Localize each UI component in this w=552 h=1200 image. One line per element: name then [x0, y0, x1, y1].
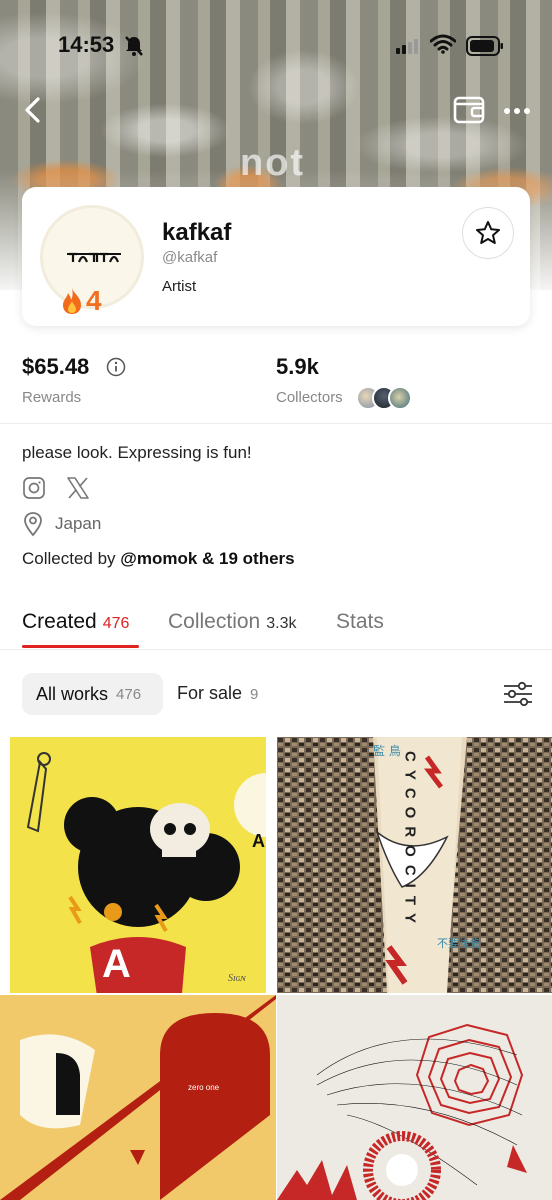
tab-stats[interactable]: Stats	[336, 610, 384, 634]
collected-by[interactable]: Collected by @momok & 19 others	[22, 549, 295, 569]
collectors-label[interactable]: Collectors	[276, 389, 343, 406]
cellular-signal-icon	[396, 39, 418, 54]
artwork-image: A A Sɪɢɴ	[10, 737, 266, 993]
back-icon[interactable]	[18, 92, 48, 128]
profile-role: Artist	[162, 278, 197, 295]
collectors-value: 5.9k	[276, 354, 319, 379]
artwork-tile[interactable]: 監 鳥 不要後悔 CYCOROCITY	[277, 737, 552, 993]
cover-text: not	[240, 142, 306, 184]
rewards-value: $65.48	[22, 354, 90, 379]
collector-avatar	[388, 386, 412, 410]
tab-collection[interactable]: Collection 3.3k	[168, 610, 296, 634]
profile-handle: @kafkaf	[162, 249, 218, 266]
bio-text: please look. Expressing is fun!	[22, 443, 252, 462]
artwork-tile[interactable]	[277, 995, 552, 1200]
star-icon	[476, 221, 500, 244]
collected-by-prefix: Collected by	[22, 549, 121, 568]
artwork-signature: Sɪɢɴ	[228, 973, 247, 984]
artwork-tile[interactable]: A A Sɪɢɴ	[10, 737, 266, 993]
artwork-image: zero one	[0, 995, 276, 1200]
tab-count: 476	[102, 615, 130, 632]
filter-all-works[interactable]: All works 476	[22, 673, 163, 715]
status-time: 14:53	[58, 32, 115, 57]
divider	[0, 649, 552, 650]
profile-card: 4 kafkaf @kafkaf Artist	[22, 187, 530, 326]
divider	[0, 423, 552, 424]
artwork-tile[interactable]: zero one	[0, 995, 276, 1200]
x-twitter-icon[interactable]	[66, 477, 90, 499]
avatar-logo	[67, 252, 121, 263]
more-options-icon[interactable]	[500, 96, 534, 126]
filter-count: 9	[250, 686, 259, 703]
streak-count: 4	[86, 285, 102, 316]
tab-count: 3.3k	[266, 615, 297, 632]
filter-settings-icon[interactable]	[500, 680, 536, 708]
collector-avatars[interactable]	[356, 386, 416, 412]
profile-name: kafkaf	[162, 219, 232, 246]
streak-badge: 4	[60, 285, 102, 317]
fire-icon	[63, 288, 81, 314]
artwork-vertical-text: CYCOROCITY	[402, 751, 419, 931]
filter-for-sale[interactable]: For sale 9	[177, 683, 258, 704]
active-tab-indicator	[22, 645, 139, 648]
tab-created[interactable]: Created 476	[22, 610, 129, 634]
rewards-label: Rewards	[22, 389, 82, 406]
collected-by-names[interactable]: @momok & 19 others	[120, 549, 294, 568]
artwork-image: 監 鳥 不要後悔 CYCOROCITY	[277, 737, 552, 993]
artwork-letter: A	[252, 831, 265, 851]
tab-label: Collection	[168, 610, 261, 633]
filter-label: For sale	[177, 683, 243, 703]
tab-label: Created	[22, 610, 97, 633]
bell-muted-icon	[125, 36, 143, 56]
artwork-text: zero one	[188, 1083, 220, 1092]
artwork-kanji: 不要後悔	[437, 936, 481, 950]
info-icon[interactable]	[106, 357, 126, 377]
artwork-image	[277, 995, 552, 1200]
artwork-letter: A	[102, 942, 131, 986]
location-pin-icon	[24, 512, 42, 537]
instagram-icon[interactable]	[22, 476, 46, 500]
tab-label: Stats	[336, 610, 384, 633]
wifi-icon	[430, 34, 456, 54]
filter-label: All works	[36, 683, 109, 704]
wallet-icon[interactable]	[452, 94, 486, 126]
location-text: Japan	[55, 514, 102, 533]
status-bar: 14:53	[0, 0, 552, 90]
artwork-kanji: 監 鳥	[373, 743, 401, 758]
battery-icon	[466, 36, 503, 56]
filter-count: 476	[116, 685, 142, 703]
favorite-button[interactable]	[462, 207, 514, 259]
